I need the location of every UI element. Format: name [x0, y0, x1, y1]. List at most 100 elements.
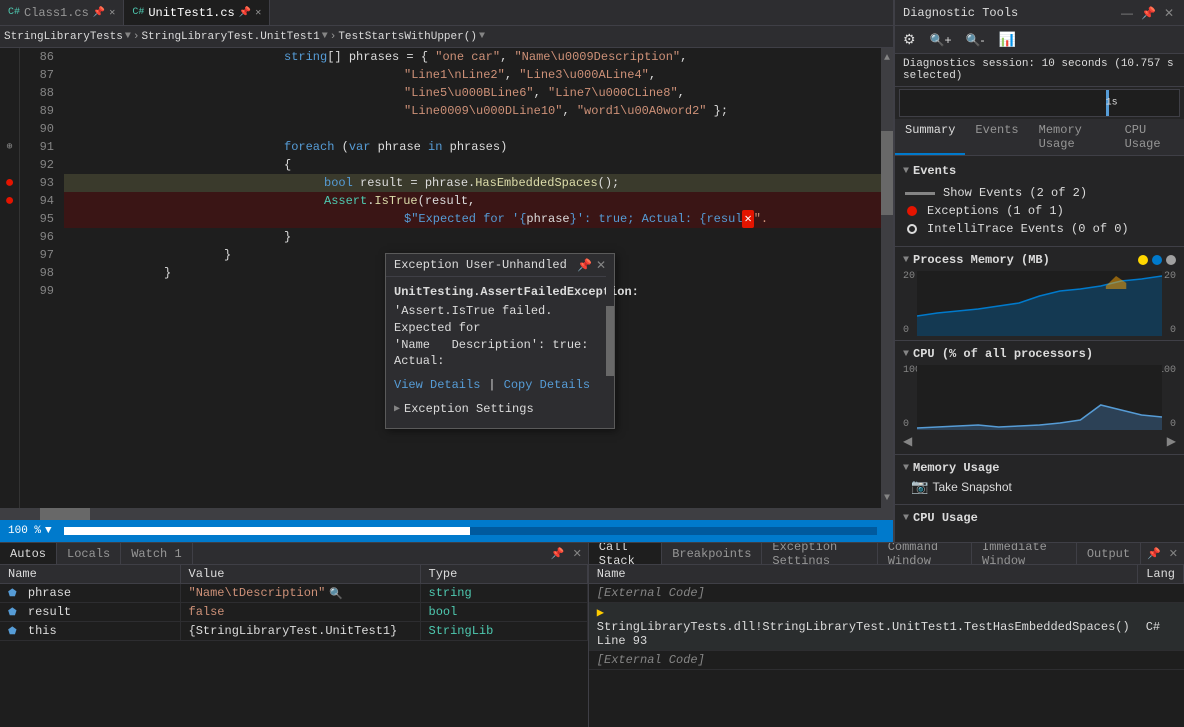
- events-list: Show Events (2 of 2) Exceptions (1 of 1)…: [895, 182, 1184, 240]
- hscroll-thumb[interactable]: [40, 508, 90, 520]
- editor-vscroll[interactable]: ▲ ▼: [881, 48, 893, 508]
- diagnostic-tools-header: Diagnostic Tools — 📌 ✕: [895, 0, 1184, 26]
- breadcrumb-class[interactable]: StringLibraryTest.UnitTest1 ▼: [141, 31, 327, 43]
- popup-scroll-thumb[interactable]: [606, 306, 614, 376]
- autos-close-button[interactable]: ✕: [571, 545, 584, 562]
- autos-col-type: Type: [420, 565, 587, 584]
- diag-chart-button[interactable]: 📊: [994, 29, 1019, 50]
- memory-label: Process Memory (MB): [913, 253, 1050, 267]
- bp-94[interactable]: ●: [0, 192, 19, 210]
- this-type-text: StringLib: [429, 624, 494, 638]
- watch1-tab[interactable]: Watch 1: [121, 543, 192, 564]
- cpu-label: CPU (% of all processors): [913, 347, 1093, 361]
- diag-pin-button[interactable]: 📌: [1139, 4, 1158, 22]
- callstack-tbody: [External Code] ▶ StringLibraryTests.dll…: [589, 584, 1184, 670]
- immediate-window-tab[interactable]: Immediate Window: [972, 543, 1077, 564]
- callstack-current-lang: C#: [1146, 620, 1160, 634]
- view-details-link[interactable]: View Details: [394, 378, 480, 392]
- intellitrace-dot-icon: [907, 224, 917, 234]
- exception-pin-button[interactable]: 📌: [577, 258, 592, 272]
- event-intellitrace[interactable]: IntelliTrace Events (0 of 0): [895, 220, 1184, 238]
- diag-close-button[interactable]: ✕: [1162, 4, 1176, 22]
- take-snapshot-button[interactable]: 📷 Take Snapshot: [903, 475, 1020, 498]
- memory-indicators: [1138, 255, 1176, 265]
- divider1: [895, 246, 1184, 247]
- exception-body: UnitTesting.AssertFailedException: 'Asse…: [386, 277, 614, 428]
- diag-settings-button[interactable]: ⚙: [899, 29, 920, 50]
- callstack-row-ext2: [External Code]: [589, 651, 1184, 670]
- breakpoints-tab[interactable]: Breakpoints: [662, 543, 762, 564]
- diag-zoomin-button[interactable]: 🔍+: [926, 31, 956, 49]
- scroll-down-btn[interactable]: ▼: [881, 488, 893, 508]
- copy-details-link[interactable]: Copy Details: [504, 378, 590, 392]
- tab-unittest1-close[interactable]: ✕: [255, 7, 261, 19]
- memory-ymin-right: 0: [1170, 325, 1176, 336]
- class1-icon: C#: [8, 7, 20, 18]
- code-line-95: $"Expected for '{phrase}': true; Actual:…: [64, 210, 893, 228]
- output-tab[interactable]: Output: [1077, 543, 1141, 564]
- callstack-close-button[interactable]: ✕: [1167, 545, 1180, 562]
- table-row: ▶ StringLibraryTests.dll!StringLibraryTe…: [589, 603, 1184, 651]
- code-area[interactable]: ⊕ ● ● 86 87 88 89 90 91 92: [0, 48, 893, 508]
- autos-row-result-type: bool: [420, 603, 587, 622]
- callstack-content: Name Lang [External Code] ▶: [589, 565, 1184, 727]
- timeline[interactable]: 1s: [899, 89, 1180, 117]
- tab-class1-close[interactable]: ✕: [109, 7, 115, 19]
- breadcrumb: StringLibraryTests ▼ › StringLibraryTest…: [0, 26, 893, 48]
- exception-settings-tab[interactable]: Exception Settings: [762, 543, 877, 564]
- expand-91[interactable]: ⊕: [0, 138, 19, 156]
- cpu-usage-header: ▼ CPU Usage: [903, 511, 1176, 525]
- autos-tbody: ⬟ phrase "Name\tDescription" 🔍 string: [0, 584, 587, 641]
- command-window-tab[interactable]: Command Window: [878, 543, 972, 564]
- cpu-usage-arrow: ▼: [903, 513, 909, 524]
- cpu-section: ▼ CPU (% of all processors) 100 0 100 0: [895, 343, 1184, 452]
- table-row: ⬟ result false bool: [0, 603, 587, 622]
- autos-row-this-name: ⬟ this: [0, 622, 180, 641]
- bp-93[interactable]: ●: [0, 174, 19, 192]
- exception-close-button[interactable]: ✕: [596, 258, 606, 272]
- phrase-search-button[interactable]: 🔍: [329, 587, 343, 600]
- tab-class1[interactable]: C# Class1.cs 📌 ✕: [0, 0, 124, 25]
- memory-usage-header: ▼ Memory Usage: [903, 461, 1176, 475]
- autos-row-result-name: ⬟ result: [0, 603, 180, 622]
- autos-row-phrase-value: "Name\tDescription" 🔍: [180, 584, 420, 603]
- breadcrumb-namespace[interactable]: StringLibraryTests ▼: [4, 31, 131, 43]
- event-show-events[interactable]: Show Events (2 of 2): [895, 184, 1184, 202]
- callstack-pin-button[interactable]: 📌: [1145, 545, 1163, 562]
- callstack-col-lang: Lang: [1138, 565, 1184, 584]
- editor-hscroll[interactable]: [0, 508, 893, 520]
- ext-code-1-text: [External Code]: [597, 586, 705, 600]
- table-row: [External Code]: [589, 584, 1184, 603]
- scroll-up-btn[interactable]: ▲: [881, 48, 893, 68]
- diag-minus-button[interactable]: —: [1119, 4, 1135, 22]
- diag-tab-events[interactable]: Events: [965, 119, 1028, 155]
- diag-tab-summary[interactable]: Summary: [895, 119, 965, 155]
- autos-tab[interactable]: Autos: [0, 543, 57, 564]
- divider4: [895, 504, 1184, 505]
- code-line-90: [64, 120, 893, 138]
- cpu-usage-section-footer: ▼ CPU Usage: [895, 507, 1184, 529]
- popup-scrollbar[interactable]: [606, 254, 614, 428]
- breadcrumb-method[interactable]: TestStartsWithUpper() ▼: [338, 31, 485, 43]
- autos-pin-button[interactable]: 📌: [549, 545, 567, 562]
- cpu-scroll-right[interactable]: ▶: [1167, 434, 1176, 448]
- tab-unittest1[interactable]: C# UnitTest1.cs 📌 ✕: [124, 0, 270, 25]
- autos-panel: Autos Locals Watch 1 📌 ✕ Name Value Type: [0, 543, 589, 727]
- zoom-track[interactable]: [64, 527, 877, 535]
- diag-zoomout-button[interactable]: 🔍-: [962, 31, 989, 49]
- tab-class1-pin: 📌: [93, 7, 105, 19]
- diag-tab-memory[interactable]: Memory Usage: [1029, 119, 1115, 155]
- diagnostic-tools-panel: Diagnostic Tools — 📌 ✕ ⚙ 🔍+ 🔍- 📊 Diagnos…: [894, 0, 1184, 542]
- cpu-scroll-left[interactable]: ◀: [903, 434, 912, 448]
- autos-thead: Name Value Type: [0, 565, 587, 584]
- this-value-text: {StringLibraryTest.UnitTest1}: [189, 624, 398, 638]
- event-exceptions[interactable]: Exceptions (1 of 1): [895, 202, 1184, 220]
- memory-section: ▼ Process Memory (MB) 20 0 20 0: [895, 249, 1184, 336]
- diag-tab-cpu[interactable]: CPU Usage: [1115, 119, 1184, 155]
- memory-collapse-icon: ▼: [903, 255, 909, 266]
- zoom-thumb[interactable]: [64, 527, 471, 535]
- callstack-tab[interactable]: Call Stack: [589, 543, 662, 564]
- exception-settings-expand[interactable]: ▶ Exception Settings: [394, 398, 606, 420]
- locals-tab[interactable]: Locals: [57, 543, 121, 564]
- scroll-thumb[interactable]: [881, 131, 893, 215]
